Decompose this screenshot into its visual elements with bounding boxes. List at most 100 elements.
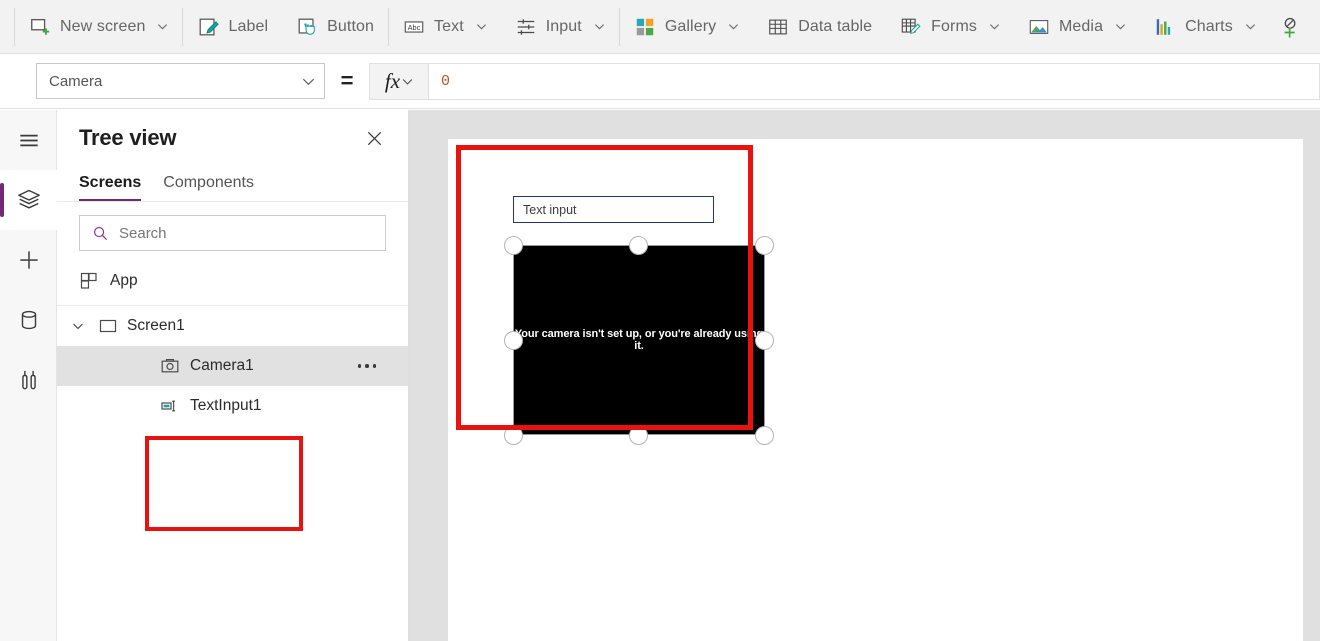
toolbar-item-charts[interactable]: Charts [1140,0,1270,54]
toolbar-item-media[interactable]: Media [1014,0,1140,54]
resize-handle-top-center[interactable] [629,236,648,255]
formula-bar: Camera = fx 0 [0,54,1320,109]
tree-item-textinput1[interactable]: TextInput1 [57,386,408,426]
tree-view-icon [16,187,42,213]
toolbar-item-label: Label [228,18,268,36]
equals-sign: = [325,68,369,94]
svg-text:Abc: Abc [408,22,421,31]
forms-icon [900,16,922,38]
menu-icon [16,127,42,153]
dot [358,364,362,368]
camera-icon [160,356,180,376]
toolbar-item-label: New screen [60,18,145,36]
dot [365,364,369,368]
input-icon [515,16,537,38]
tree-item-app[interactable]: App [57,261,408,301]
tab-screens[interactable]: Screens [79,165,141,201]
toolbar-item-input[interactable]: Input [501,0,619,54]
dot [373,364,377,368]
canvas-camera-control[interactable]: Your camera isn't set up, or you're alre… [513,245,765,435]
chevron-down-icon [1115,21,1126,32]
canvas-area[interactable]: Text input Your camera isn't set up, or … [409,110,1320,641]
tree-item-camera1[interactable]: Camera1 [57,346,408,386]
rail-button-tree-view[interactable] [0,170,57,230]
tab-label: Screens [79,174,141,192]
insert-toolbar: New screen Label Button Abc [0,0,1320,54]
property-dropdown-value: Camera [49,73,302,90]
camera-status-message: Your camera isn't set up, or you're alre… [514,328,764,352]
chevron-down-icon [728,21,739,32]
text-icon: Abc [403,16,425,38]
charts-icon [1154,16,1176,38]
tree-item-screen1[interactable]: Screen1 [57,306,408,346]
icons-add-icon [1280,16,1302,38]
tree-view-tabs: Screens Components [57,166,408,202]
app-screen-preview[interactable]: Text input Your camera isn't set up, or … [448,139,1303,641]
resize-handle-middle-right[interactable] [755,331,774,350]
toolbar-item-label[interactable]: Label [183,0,282,54]
rail-button-advanced-tools[interactable] [0,350,57,410]
chevron-down-icon [157,21,168,32]
tree-item-label: Camera1 [190,357,254,375]
chevron-down-icon[interactable] [67,320,89,332]
data-table-icon [767,16,789,38]
close-icon [365,129,384,148]
resize-handle-middle-left[interactable] [504,331,523,350]
toolbar-item-text[interactable]: Abc Text [389,0,501,54]
fx-button[interactable]: fx [369,63,429,100]
resize-handle-bottom-left[interactable] [504,426,523,445]
canvas-text-input[interactable]: Text input [513,196,714,223]
search-box[interactable] [79,215,386,251]
rail-button-data[interactable] [0,290,57,350]
formula-input[interactable]: 0 [429,63,1320,100]
toolbar-item-button[interactable]: Button [282,0,388,54]
tab-label: Components [163,174,254,192]
toolbar-item-gallery[interactable]: Gallery [620,0,753,54]
toolbar-item-label: Text [434,18,464,36]
search-input[interactable] [119,225,375,242]
tree-view-panel: Tree view Screens Components [57,110,409,641]
resize-handle-top-right[interactable] [755,236,774,255]
chevron-down-icon [1245,21,1256,32]
resize-handle-top-left[interactable] [504,236,523,255]
tree-item-label: App [110,272,138,290]
label-icon [197,16,219,38]
resize-handle-bottom-right[interactable] [755,426,774,445]
left-icon-rail [0,110,57,641]
toolbar-item-label: Input [546,18,582,36]
chevron-down-icon [402,76,413,87]
property-dropdown[interactable]: Camera [36,63,325,99]
fx-label: fx [385,69,400,94]
rail-button-menu[interactable] [0,110,57,170]
toolbar-item-icons[interactable] [1270,0,1302,54]
toolbar-item-label: Data table [798,18,872,36]
rail-button-insert[interactable] [0,230,57,290]
search-icon [92,225,109,242]
tree-item-overflow-menu[interactable] [358,346,377,386]
insert-icon [16,247,42,273]
toolbar-item-label: Charts [1185,18,1233,36]
toolbar-item-new-screen[interactable]: New screen [15,0,182,54]
resize-handle-bottom-center[interactable] [629,426,648,445]
close-button[interactable] [360,124,388,152]
tree-item-label: Screen1 [127,317,185,335]
tab-components[interactable]: Components [163,165,254,201]
gallery-icon [634,16,656,38]
advanced-tools-icon [16,367,42,393]
text-input-icon [160,396,180,416]
media-icon [1028,16,1050,38]
chevron-down-glyph [72,320,84,332]
new-screen-icon [29,16,51,38]
toolbar-item-forms[interactable]: Forms [886,0,1014,54]
chevron-down-icon [594,21,605,32]
screen-icon [98,316,118,336]
search-container [57,202,408,261]
toolbar-item-label: Media [1059,18,1103,36]
toolbar-item-data-table[interactable]: Data table [753,0,886,54]
canvas-text-input-value: Text input [523,203,577,217]
powerapps-studio: New screen Label Button Abc [0,0,1320,641]
button-icon [296,16,318,38]
tree-item-label: TextInput1 [190,397,262,415]
tree-view-header: Tree view [57,110,408,166]
chevron-down-icon [476,21,487,32]
